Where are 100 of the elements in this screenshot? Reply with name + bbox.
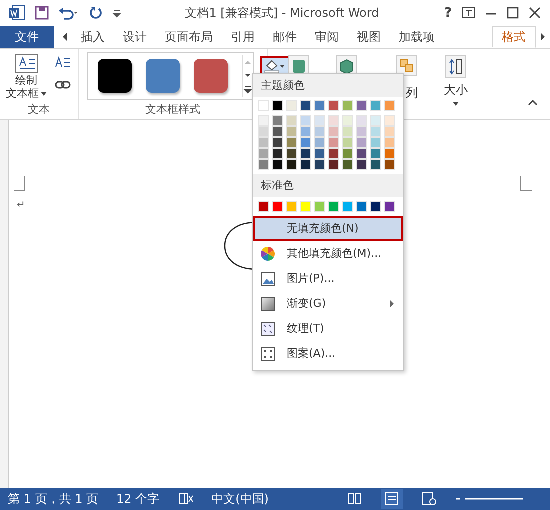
color-swatch[interactable] [328,201,339,212]
color-swatch[interactable] [356,137,367,148]
color-swatch[interactable] [356,148,367,159]
web-layout-icon[interactable] [421,492,437,506]
color-swatch[interactable] [356,201,367,212]
color-swatch[interactable] [342,148,353,159]
color-swatch[interactable] [328,126,339,137]
draw-text-box-button[interactable]: 绘制 文本框 [4,52,49,102]
color-swatch[interactable] [258,126,269,137]
ribbon-tab[interactable]: 邮件 [264,26,306,48]
color-swatch[interactable] [314,148,325,159]
color-swatch[interactable] [286,148,297,159]
color-swatch[interactable] [356,126,367,137]
arrange-icon[interactable] [396,55,418,77]
color-swatch[interactable] [342,159,353,170]
color-swatch[interactable] [258,137,269,148]
color-swatch[interactable] [370,126,381,137]
color-swatch[interactable] [286,115,297,126]
color-swatch[interactable] [286,100,297,111]
color-swatch[interactable] [258,159,269,170]
color-swatch[interactable] [342,201,353,212]
color-swatch[interactable] [328,159,339,170]
color-swatch[interactable] [272,201,283,212]
color-swatch[interactable] [328,137,339,148]
arrange-label[interactable]: 列 [406,85,418,102]
menu-item[interactable]: 渐变(G) [253,291,403,316]
color-swatch[interactable] [370,148,381,159]
page-count[interactable]: 第 1 页，共 1 页 [8,490,99,508]
color-swatch[interactable] [286,159,297,170]
color-swatch[interactable] [314,159,325,170]
menu-item[interactable]: 图案(A)... [253,341,403,366]
shape-style-swatch[interactable] [146,59,180,93]
color-swatch[interactable] [300,126,311,137]
help-button[interactable]: ? [442,6,454,20]
color-swatch[interactable] [328,148,339,159]
color-swatch[interactable] [300,100,311,111]
color-swatch[interactable] [300,159,311,170]
color-swatch[interactable] [384,148,395,159]
color-swatch[interactable] [384,115,395,126]
color-swatch[interactable] [272,159,283,170]
ribbon-tab[interactable]: 页面布局 [156,26,222,48]
color-swatch[interactable] [258,148,269,159]
color-swatch[interactable] [300,137,311,148]
color-swatch[interactable] [272,137,283,148]
color-swatch[interactable] [258,100,269,111]
ribbon-tab[interactable]: 格式 [492,26,536,48]
collapse-ribbon-icon[interactable] [528,99,538,107]
link-icon[interactable] [55,80,71,90]
menu-item[interactable]: 纹理(T) [253,316,403,341]
ribbon-tab[interactable]: 审阅 [306,26,348,48]
color-swatch[interactable] [286,201,297,212]
color-swatch[interactable] [286,126,297,137]
menu-item[interactable]: 无填充颜色(N) [253,216,403,241]
color-swatch[interactable] [328,100,339,111]
color-swatch[interactable] [272,148,283,159]
color-swatch[interactable] [384,201,395,212]
color-swatch[interactable] [258,115,269,126]
ribbon-tab[interactable]: 加载项 [390,26,444,48]
ribbon-tab[interactable]: 设计 [114,26,156,48]
ribbon-tab[interactable]: 视图 [348,26,390,48]
close-icon[interactable] [528,6,542,20]
color-swatch[interactable] [356,159,367,170]
color-swatch[interactable] [272,126,283,137]
color-swatch[interactable] [286,137,297,148]
color-swatch[interactable] [356,100,367,111]
file-tab[interactable]: 文件 [0,26,54,48]
color-swatch[interactable] [314,115,325,126]
color-swatch[interactable] [342,137,353,148]
text-direction-icon[interactable] [55,56,71,70]
color-swatch[interactable] [384,137,395,148]
ribbon-tab[interactable]: 引用 [222,26,264,48]
color-swatch[interactable] [370,115,381,126]
maximize-icon[interactable] [506,6,520,20]
scroll-right-icon[interactable] [539,31,547,43]
word-count[interactable]: 12 个字 [116,490,160,508]
save-icon[interactable] [34,5,50,21]
color-swatch[interactable] [342,115,353,126]
color-swatch[interactable] [300,201,311,212]
color-swatch[interactable] [300,148,311,159]
color-swatch[interactable] [272,100,283,111]
color-swatch[interactable] [258,201,269,212]
color-swatch[interactable] [314,201,325,212]
language-status[interactable]: 中文(中国) [212,490,269,508]
color-swatch[interactable] [342,100,353,111]
color-swatch[interactable] [314,126,325,137]
color-swatch[interactable] [384,159,395,170]
size-button[interactable]: 大小 [444,55,468,106]
proofing-icon[interactable] [178,492,194,506]
color-swatch[interactable] [314,100,325,111]
color-swatch[interactable] [370,100,381,111]
menu-item[interactable]: 其他填充颜色(M)... [253,241,403,266]
color-swatch[interactable] [384,100,395,111]
color-swatch[interactable] [356,115,367,126]
menu-item[interactable]: 图片(P)... [253,266,403,291]
color-swatch[interactable] [328,115,339,126]
color-swatch[interactable] [342,126,353,137]
color-swatch[interactable] [300,115,311,126]
read-mode-icon[interactable] [347,492,363,506]
color-swatch[interactable] [370,159,381,170]
ribbon-display-icon[interactable] [462,6,476,20]
